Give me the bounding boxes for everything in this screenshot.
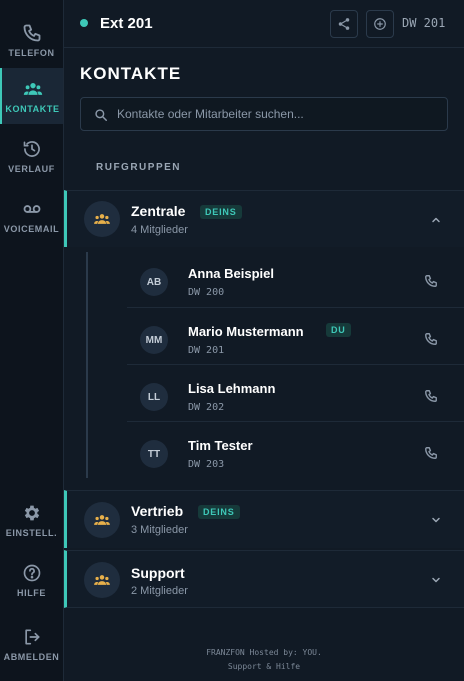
phone-icon <box>23 24 40 41</box>
footer-hosted-by: FRANZFON Hosted by: YOU. <box>206 648 322 657</box>
nav-item-voicemail[interactable]: VOICEMAIL <box>0 188 63 244</box>
call-icon[interactable] <box>424 389 438 403</box>
member-row[interactable]: AB Anna Beispiel DW 200 <box>127 250 464 307</box>
member-avatar: AB <box>140 268 168 296</box>
group-zentrale[interactable]: Zentrale DEINS 4 Mitglieder <box>64 190 464 247</box>
gear-icon <box>24 505 39 520</box>
chevron-up-icon <box>432 217 440 223</box>
self-badge: DU <box>326 323 351 337</box>
nav-item-logout[interactable]: ABMELDEN <box>0 616 63 672</box>
own-extension-dw: DW 201 <box>402 16 446 30</box>
member-extension: DW 202 <box>188 402 225 413</box>
nav-label-logout: ABMELDEN <box>3 651 60 662</box>
logout-icon <box>24 629 40 644</box>
own-group-badge: DEINS <box>198 505 240 519</box>
member-name: Tim Tester <box>188 438 253 453</box>
member-name: Mario Mustermann <box>188 324 304 339</box>
call-icon[interactable] <box>424 274 438 288</box>
top-bar: Ext 201 DW 201 <box>64 0 464 48</box>
people-icon <box>23 82 42 95</box>
member-avatar: TT <box>140 440 168 468</box>
group-name: Vertrieb <box>131 503 184 519</box>
member-extension: DW 201 <box>188 345 225 356</box>
group-avatar <box>84 562 120 598</box>
add-button[interactable] <box>366 10 394 38</box>
member-tree-line <box>86 252 88 478</box>
group-icon <box>94 214 110 224</box>
share-button[interactable] <box>330 10 358 38</box>
member-avatar: MM <box>140 326 168 354</box>
member-avatar: LL <box>140 383 168 411</box>
extension-label: Ext 201 <box>100 15 153 32</box>
section-label-call-groups: RUFGRUPPEN <box>96 162 182 173</box>
nav-item-contacts[interactable]: KONTAKTE <box>0 68 63 124</box>
member-name: Anna Beispiel <box>188 266 274 281</box>
nav-label-phone: TELEFON <box>8 47 55 58</box>
history-icon <box>23 140 40 157</box>
group-icon <box>94 515 110 525</box>
sidebar-nav: TELEFON KONTAKTE VERLAUF VOICEMAIL EINST… <box>0 0 64 681</box>
group-vertrieb[interactable]: Vertrieb DEINS 3 Mitglieder <box>64 490 464 548</box>
search-box <box>80 97 448 131</box>
nav-item-history[interactable]: VERLAUF <box>0 128 63 184</box>
footer: FRANZFON Hosted by: YOU. Support & Hilfe <box>64 646 464 674</box>
page-title: KONTAKTE <box>80 64 182 83</box>
nav-item-help[interactable]: HILFE <box>0 552 63 608</box>
member-row[interactable]: MM Mario Mustermann DU DW 201 <box>127 307 464 364</box>
footer-support-link[interactable]: Support & Hilfe <box>64 660 464 674</box>
own-group-badge: DEINS <box>200 205 242 219</box>
group-member-count: 3 Mitglieder <box>131 524 188 536</box>
member-extension: DW 203 <box>188 459 225 470</box>
nav-label-history: VERLAUF <box>8 163 55 174</box>
group-name: Support <box>131 565 185 581</box>
nav-item-phone[interactable]: TELEFON <box>0 12 63 68</box>
search-input[interactable] <box>117 98 437 130</box>
nav-label-help: HILFE <box>17 587 46 598</box>
chevron-down-icon <box>432 517 440 523</box>
member-name: Lisa Lehmann <box>188 381 276 396</box>
search-icon <box>95 109 107 121</box>
group-member-count: 4 Mitglieder <box>131 224 188 236</box>
nav-label-settings: EINSTELL. <box>5 527 58 538</box>
nav-label-voicemail: VOICEMAIL <box>3 223 60 234</box>
share-icon <box>338 18 350 30</box>
voicemail-icon <box>23 204 40 213</box>
nav-item-settings[interactable]: EINSTELL. <box>0 492 63 548</box>
group-support[interactable]: Support 2 Mitglieder <box>64 550 464 608</box>
member-extension: DW 200 <box>188 287 225 298</box>
nav-label-contacts: KONTAKTE <box>5 103 60 114</box>
status-indicator <box>80 19 88 27</box>
help-icon <box>23 564 40 581</box>
plus-circle-icon <box>374 18 386 30</box>
call-icon[interactable] <box>424 332 438 346</box>
chevron-down-icon <box>432 577 440 583</box>
group-avatar <box>84 502 120 538</box>
group-avatar <box>84 201 120 237</box>
group-name: Zentrale <box>131 203 186 219</box>
group-member-count: 2 Mitglieder <box>131 585 188 597</box>
member-row[interactable]: LL Lisa Lehmann DW 202 <box>127 364 464 421</box>
call-icon[interactable] <box>424 446 438 460</box>
group-icon <box>94 575 110 585</box>
member-row[interactable]: TT Tim Tester DW 203 <box>127 421 464 478</box>
